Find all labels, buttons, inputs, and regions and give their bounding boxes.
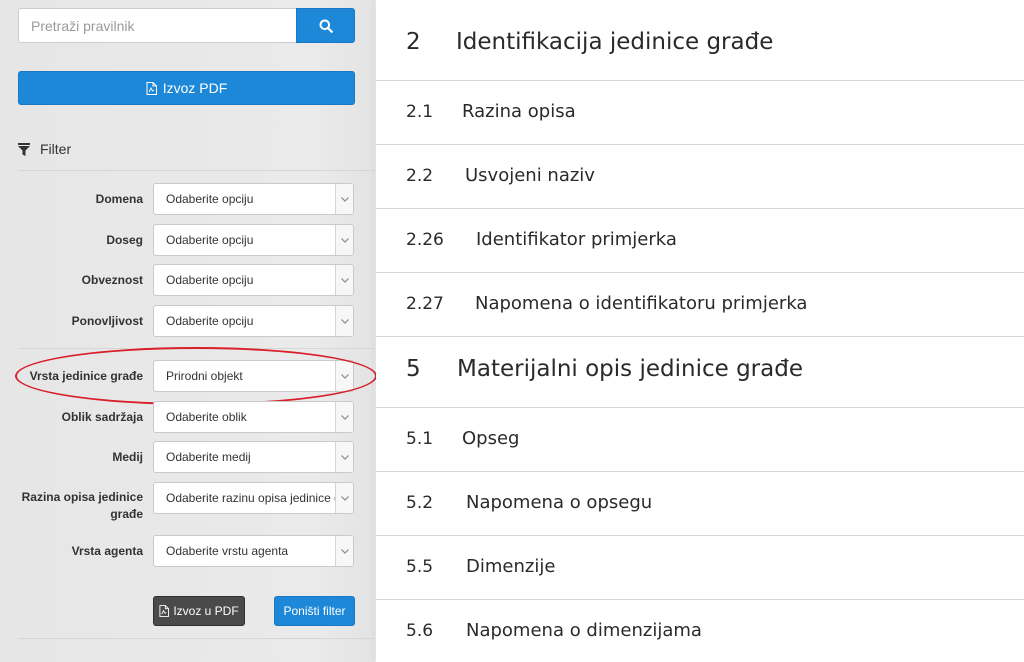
chevron-down-icon xyxy=(335,306,353,336)
oblik-sadrzaja-select[interactable]: Odaberite oblik xyxy=(153,401,354,433)
oblik-sadrzaja-select-value: Odaberite oblik xyxy=(166,410,247,424)
ponovljivost-label: Ponovljivost xyxy=(71,314,143,328)
export-pdf-filter-button[interactable]: Izvoz u PDF xyxy=(153,596,245,626)
filter-row-razina-opisa: Razina opisa jedinice građe Odaberite ra… xyxy=(0,482,374,526)
element-title: Napomena o identifikatoru primjerka xyxy=(475,293,808,314)
domena-select-value: Odaberite opciju xyxy=(166,192,254,206)
element-row[interactable]: 5.1 Opseg xyxy=(376,408,1024,472)
doseg-select-value: Odaberite opciju xyxy=(166,233,254,247)
filter-row-ponovljivost: Ponovljivost Odaberite opciju xyxy=(0,305,374,337)
vrsta-jedinice-label: Vrsta jedinice građe xyxy=(29,369,143,383)
razina-opisa-select-value: Odaberite razinu opisa jedinice građe xyxy=(166,491,354,505)
element-title: Napomena o dimenzijama xyxy=(466,620,702,641)
element-number: 5.1 xyxy=(406,429,434,449)
filter-row-vrsta-agenta: Vrsta agenta Odaberite vrstu agenta xyxy=(0,535,374,567)
filter-row-doseg: Doseg Odaberite opciju xyxy=(0,224,374,256)
element-number: 2.27 xyxy=(406,294,444,314)
element-number: 2.1 xyxy=(406,102,434,122)
section-heading[interactable]: 5 Materijalni opis jedinice građe xyxy=(376,337,1024,408)
pdf-file-icon xyxy=(146,81,157,95)
chevron-down-icon xyxy=(335,361,353,391)
obveznost-select-value: Odaberite opciju xyxy=(166,273,254,287)
rules-content: 2 Identifikacija jedinice građe 2.1 Razi… xyxy=(376,0,1024,662)
element-row[interactable]: 2.26 Identifikator primjerka xyxy=(376,209,1024,273)
medij-label: Medij xyxy=(112,450,143,464)
element-row[interactable]: 2.27 Napomena o identifikatoru primjerka xyxy=(376,273,1024,337)
pdf-file-icon xyxy=(159,605,170,617)
chevron-down-icon xyxy=(335,536,353,566)
domena-select[interactable]: Odaberite opciju xyxy=(153,183,354,215)
obveznost-select[interactable]: Odaberite opciju xyxy=(153,264,354,296)
filter-sidebar: Izvoz PDF Filter Domena Odaberite opciju… xyxy=(0,0,377,662)
funnel-icon xyxy=(18,142,30,156)
chevron-down-icon xyxy=(335,402,353,432)
element-number: 5.6 xyxy=(406,621,434,641)
razina-opisa-select[interactable]: Odaberite razinu opisa jedinice građe xyxy=(153,482,354,514)
vrsta-jedinice-select-value: Prirodni objekt xyxy=(166,369,243,383)
section-number: 5 xyxy=(406,356,421,382)
ponovljivost-select-value: Odaberite opciju xyxy=(166,314,254,328)
section-title: Materijalni opis jedinice građe xyxy=(457,356,803,382)
reset-filter-button[interactable]: Poništi filter xyxy=(274,596,355,626)
doseg-label: Doseg xyxy=(106,233,143,247)
chevron-down-icon xyxy=(335,442,353,472)
chevron-down-icon xyxy=(335,265,353,295)
divider xyxy=(18,170,374,171)
chevron-down-icon xyxy=(335,184,353,214)
ponovljivost-select[interactable]: Odaberite opciju xyxy=(153,305,354,337)
element-title: Opseg xyxy=(462,428,520,449)
element-number: 2.26 xyxy=(406,230,444,250)
obveznost-label: Obveznost xyxy=(81,273,143,287)
element-number: 5.2 xyxy=(406,493,434,513)
domena-label: Domena xyxy=(95,192,143,206)
element-title: Razina opisa xyxy=(462,101,576,122)
vrsta-agenta-select[interactable]: Odaberite vrstu agenta xyxy=(153,535,354,567)
search-icon xyxy=(319,19,333,33)
oblik-sadrzaja-label: Oblik sadržaja xyxy=(61,410,143,424)
divider xyxy=(18,348,374,349)
filter-row-obveznost: Obveznost Odaberite opciju xyxy=(0,264,374,296)
filter-heading: Filter xyxy=(18,139,71,159)
doseg-select[interactable]: Odaberite opciju xyxy=(153,224,354,256)
element-title: Usvojeni naziv xyxy=(465,165,595,186)
element-row[interactable]: 2.2 Usvojeni naziv xyxy=(376,145,1024,209)
filter-row-domena: Domena Odaberite opciju xyxy=(0,183,374,215)
chevron-down-icon xyxy=(335,483,353,513)
section-heading[interactable]: 2 Identifikacija jedinice građe xyxy=(376,0,1024,81)
element-number: 5.5 xyxy=(406,557,434,577)
filter-row-vrsta-jedinice: Vrsta jedinice građe Prirodni objekt xyxy=(0,360,374,392)
divider xyxy=(18,638,374,639)
vrsta-agenta-label: Vrsta agenta xyxy=(71,544,143,558)
element-title: Identifikator primjerka xyxy=(476,229,677,250)
section-number: 2 xyxy=(406,29,421,55)
element-title: Napomena o opsegu xyxy=(466,492,653,513)
element-row[interactable]: 5.5 Dimenzije xyxy=(376,536,1024,600)
export-pdf-label: Izvoz PDF xyxy=(162,80,228,96)
reset-filter-label: Poništi filter xyxy=(283,604,346,618)
chevron-down-icon xyxy=(335,225,353,255)
search-bar xyxy=(18,8,355,43)
element-number: 2.2 xyxy=(406,166,434,186)
element-row[interactable]: 5.2 Napomena o opsegu xyxy=(376,472,1024,536)
export-pdf-button[interactable]: Izvoz PDF xyxy=(18,71,355,105)
export-pdf-filter-label: Izvoz u PDF xyxy=(173,604,239,618)
razina-opisa-label: Razina opisa jedinice građe xyxy=(21,490,143,521)
medij-select-value: Odaberite medij xyxy=(166,450,251,464)
element-row[interactable]: 2.1 Razina opisa xyxy=(376,81,1024,145)
search-input[interactable] xyxy=(18,8,296,43)
search-button[interactable] xyxy=(296,8,355,43)
vrsta-agenta-select-value: Odaberite vrstu agenta xyxy=(166,544,289,558)
element-row[interactable]: 5.6 Napomena o dimenzijama xyxy=(376,600,1024,662)
filter-row-oblik-sadrzaja: Oblik sadržaja Odaberite oblik xyxy=(0,401,374,433)
medij-select[interactable]: Odaberite medij xyxy=(153,441,354,473)
vrsta-jedinice-select[interactable]: Prirodni objekt xyxy=(153,360,354,392)
filter-heading-label: Filter xyxy=(40,141,72,157)
element-title: Dimenzije xyxy=(466,556,556,577)
section-title: Identifikacija jedinice građe xyxy=(456,29,774,55)
filter-row-medij: Medij Odaberite medij xyxy=(0,441,374,473)
